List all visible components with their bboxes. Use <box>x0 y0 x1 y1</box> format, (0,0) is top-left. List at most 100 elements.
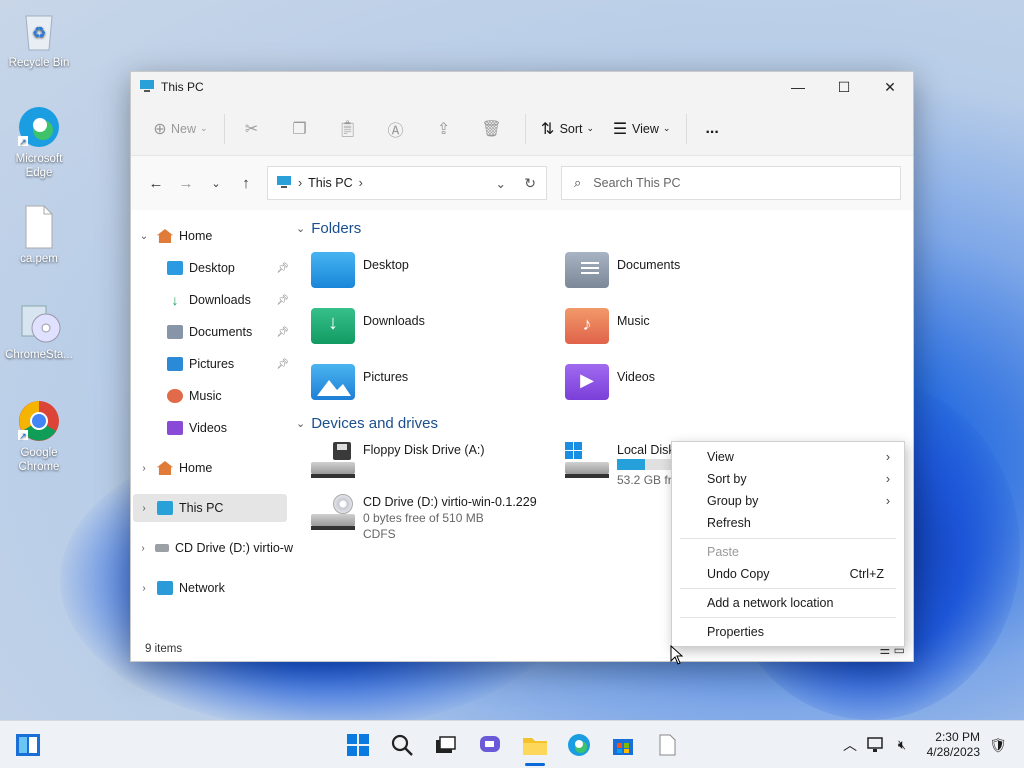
menu-item-refresh[interactable]: Refresh <box>672 512 904 534</box>
menu-item-properties[interactable]: Properties <box>672 621 904 643</box>
desktop-icon-label: Recycle Bin <box>8 57 70 69</box>
network-tray-button[interactable] <box>862 731 890 759</box>
task-view-button[interactable] <box>431 731 459 759</box>
sidebar-item-home[interactable]: ⌄ Home <box>137 222 293 250</box>
sidebar-item-cd-drive[interactable]: › CD Drive (D:) virtio-w <box>137 534 293 562</box>
desktop-icon-recycle-bin[interactable]: ♻ Recycle Bin <box>4 8 74 70</box>
music-folder-icon: ♪ <box>565 308 609 344</box>
refresh-icon[interactable]: ↻ <box>524 175 536 192</box>
folder-name: Documents <box>617 258 681 272</box>
menu-item-shortcut: Ctrl+Z <box>849 567 884 581</box>
store-taskbar-button[interactable] <box>609 731 637 759</box>
address-dropdown-icon[interactable]: ⌄ <box>496 176 506 191</box>
forward-button[interactable]: → <box>171 175 201 192</box>
desktop-folder-icon <box>311 252 355 288</box>
rename-button[interactable]: Ⓐ <box>379 113 413 145</box>
sidebar-item-documents[interactable]: Documents 📌︎ <box>161 318 317 346</box>
folder-downloads[interactable]: ↓ Downloads <box>311 308 425 344</box>
share-button[interactable]: ⇪ <box>427 113 461 145</box>
menu-item-sort-by[interactable]: Sort by › <box>672 468 904 490</box>
folder-name: Desktop <box>363 258 409 272</box>
notepad-taskbar-button[interactable] <box>653 731 681 759</box>
up-button[interactable]: ↑ <box>231 175 261 192</box>
copy-icon: ❐ <box>292 120 307 138</box>
sort-button[interactable]: ⇅ Sort ⌄ <box>536 113 594 145</box>
drive-usage-fill <box>617 459 646 470</box>
scissors-icon: ✂ <box>244 120 259 138</box>
sidebar-item-label: CD Drive (D:) virtio-w <box>174 541 293 555</box>
desktop-icon-chrome-setup[interactable]: ChromeSta... <box>4 300 74 362</box>
folders-group-header[interactable]: ⌄ Folders <box>296 220 361 237</box>
address-bar[interactable]: › This PC › ⌄ ↻ <box>267 166 547 200</box>
start-button[interactable] <box>344 731 372 759</box>
paste-button[interactable]: 📋︎ <box>331 113 365 145</box>
back-button[interactable]: ← <box>141 175 171 192</box>
sidebar-item-label: Music <box>189 389 222 403</box>
sidebar-item-pictures[interactable]: Pictures 📌︎ <box>161 350 317 378</box>
sidebar-item-home-2[interactable]: › Home <box>137 454 293 482</box>
pictures-icon <box>167 357 183 371</box>
menu-item-view[interactable]: View › <box>672 446 904 468</box>
drives-group-header[interactable]: ⌄ Devices and drives <box>296 415 438 432</box>
cd-drive-icon <box>311 494 355 532</box>
sidebar-item-label: Home <box>179 461 213 475</box>
drive-floppy-a[interactable]: Floppy Disk Drive (A:) <box>311 442 485 480</box>
menu-item-undo-copy[interactable]: Undo Copy Ctrl+Z <box>672 563 904 585</box>
sidebar-item-desktop[interactable]: Desktop 📌︎ <box>161 254 317 282</box>
edge-taskbar-button[interactable] <box>565 731 593 759</box>
menu-item-group-by[interactable]: Group by › <box>672 490 904 512</box>
folder-name: Music <box>617 314 650 328</box>
clock[interactable]: 2:30 PM 4/28/2023 <box>927 730 980 760</box>
file-explorer-taskbar-button[interactable] <box>521 731 549 766</box>
drive-usage-bar <box>617 459 677 470</box>
menu-item-add-network-location[interactable]: Add a network location <box>672 592 904 614</box>
minimize-button[interactable]: — <box>775 72 821 102</box>
folder-documents[interactable]: Documents <box>565 252 680 288</box>
search-taskbar-button[interactable] <box>388 731 416 759</box>
sidebar-item-downloads[interactable]: ↓ Downloads 📌︎ <box>161 286 317 314</box>
sort-label: Sort <box>559 121 583 136</box>
maximize-button[interactable]: ☐ <box>821 72 867 102</box>
view-button[interactable]: ☰ View ⌄ <box>608 113 671 145</box>
folder-videos[interactable]: ▶ Videos <box>565 364 655 400</box>
sidebar-item-videos[interactable]: Videos <box>161 414 317 442</box>
svg-text:↗: ↗ <box>19 431 27 441</box>
view-label: View <box>632 121 659 136</box>
drive-local-c[interactable]: Local Disk 53.2 GB fre <box>565 442 677 488</box>
title-bar[interactable]: This PC — ☐ ✕ <box>131 72 913 102</box>
sort-arrows-icon: ⇅ <box>540 120 555 138</box>
sidebar-item-music[interactable]: Music <box>161 382 317 410</box>
notifications-button[interactable]: 🛡︎ <box>984 731 1012 759</box>
more-options-button[interactable]: ... <box>697 113 726 145</box>
volume-tray-button[interactable]: 🔇︎ <box>888 731 916 759</box>
desktop-icon-chrome[interactable]: ↗ Google Chrome <box>4 398 74 474</box>
search-box[interactable]: ⌕ Search This PC <box>561 166 901 200</box>
folder-pictures[interactable]: Pictures <box>311 364 408 400</box>
desktop-icon-ca-pem[interactable]: ca.pem <box>4 204 74 266</box>
this-pc-icon <box>139 79 155 96</box>
chat-button[interactable] <box>476 731 504 759</box>
desktop-icon-edge[interactable]: ↗ Microsoft Edge <box>4 104 74 180</box>
download-icon: ↓ <box>171 292 179 308</box>
new-button[interactable]: ⊕ New ⌄ <box>149 113 207 145</box>
drive-free-space: 0 bytes free of 510 MB <box>363 511 484 525</box>
drive-cd-d[interactable]: CD Drive (D:) virtio-win-0.1.229 0 bytes… <box>311 494 537 542</box>
chevron-right-icon: › <box>358 176 363 190</box>
delete-button[interactable]: 🗑︎ <box>475 113 509 145</box>
recycle-bin-icon: ♻ <box>16 8 62 54</box>
status-item-count: 9 items <box>145 643 183 655</box>
widgets-button[interactable] <box>14 731 42 759</box>
edge-icon: ↗ <box>16 104 62 150</box>
show-hidden-icons-button[interactable]: ︿ <box>836 731 864 759</box>
rename-icon: Ⓐ <box>387 122 404 140</box>
cut-button[interactable]: ✂ <box>235 113 269 145</box>
close-button[interactable]: ✕ <box>867 72 913 102</box>
home-icon <box>157 229 173 243</box>
recent-locations-button[interactable]: ⌄ <box>201 177 231 190</box>
sidebar-item-network[interactable]: › Network <box>137 574 293 602</box>
folder-desktop[interactable]: Desktop <box>311 252 409 288</box>
folder-music[interactable]: ♪ Music <box>565 308 650 344</box>
sidebar-item-label: This PC <box>179 501 224 515</box>
sidebar-item-this-pc[interactable]: › This PC <box>133 494 287 522</box>
copy-button[interactable]: ❐ <box>283 113 317 145</box>
